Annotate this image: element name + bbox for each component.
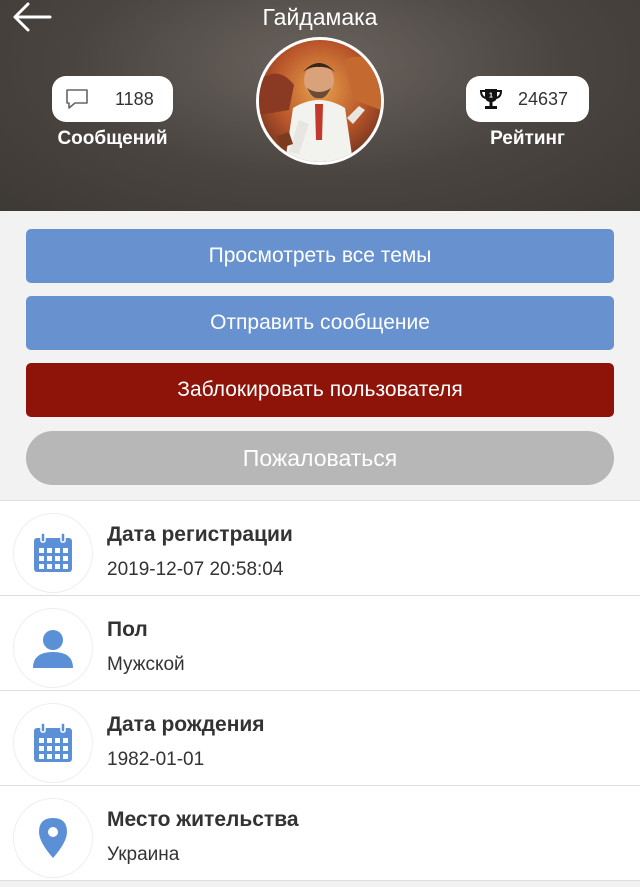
info-row-location: Место жительства Украина: [0, 786, 640, 881]
info-row-birth-date: Дата рождения 1982-01-01: [0, 691, 640, 786]
location-pin-icon: [39, 818, 67, 858]
info-title: Дата рождения: [107, 713, 265, 736]
report-button[interactable]: Пожаловаться: [26, 431, 614, 485]
info-title: Дата регистрации: [107, 523, 293, 546]
user-icon: [33, 630, 73, 668]
rating-value: 24637: [518, 88, 569, 109]
send-message-button[interactable]: Отправить сообщение: [26, 296, 614, 350]
info-value: 1982-01-01: [107, 749, 205, 770]
avatar-image: [259, 40, 381, 162]
info-icon-circle: [13, 608, 93, 688]
profile-info-list: Дата регистрации 2019-12-07 20:58:04 Пол…: [0, 500, 640, 881]
avatar[interactable]: [256, 37, 384, 165]
info-value: Мужской: [107, 654, 185, 675]
info-icon-circle: [13, 703, 93, 783]
profile-header: Гайдамака 1188 Сообщений 1 24637 Рейтинг: [0, 0, 640, 211]
page-title: Гайдамака: [262, 4, 378, 30]
calendar-icon: [34, 532, 72, 572]
svg-text:1: 1: [489, 93, 493, 100]
info-value: Украина: [107, 844, 180, 865]
speech-bubble-icon: [66, 89, 88, 109]
info-icon-circle: [13, 513, 93, 593]
rating-label: Рейтинг: [490, 128, 565, 149]
messages-stat-pill[interactable]: 1188: [52, 76, 173, 122]
trophy-icon: 1: [479, 89, 503, 109]
messages-count: 1188: [115, 88, 154, 109]
calendar-icon: [34, 722, 72, 762]
block-user-button[interactable]: Заблокировать пользователя: [26, 363, 614, 417]
info-row-registration-date: Дата регистрации 2019-12-07 20:58:04: [0, 501, 640, 596]
info-title: Место жительства: [107, 808, 299, 831]
rating-stat-pill[interactable]: 1 24637: [466, 76, 589, 122]
messages-label: Сообщений: [57, 128, 168, 149]
info-value: 2019-12-07 20:58:04: [107, 559, 284, 580]
info-icon-circle: [13, 798, 93, 878]
info-title: Пол: [107, 618, 148, 641]
view-all-topics-button[interactable]: Просмотреть все темы: [26, 229, 614, 283]
info-row-gender: Пол Мужской: [0, 596, 640, 691]
